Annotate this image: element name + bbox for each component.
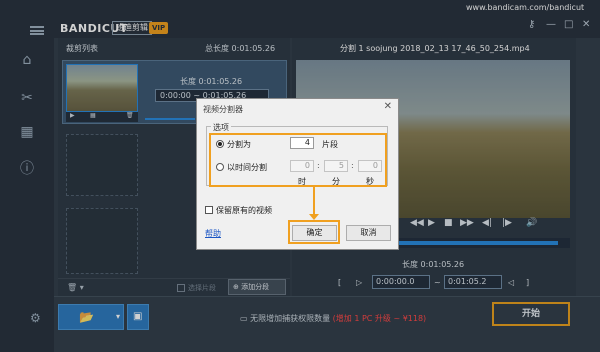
split-count-unit: 片段 [322, 140, 338, 149]
dialog-title: 视频分割器 [203, 105, 243, 114]
dialog-close-icon[interactable]: ✕ [384, 101, 392, 112]
arrow-connector [313, 186, 315, 216]
split-count-label: 分割为 [227, 140, 251, 149]
split-count-input[interactable]: 4 [290, 137, 314, 149]
ok-button[interactable]: 确定 [292, 225, 337, 241]
help-link[interactable]: 帮助 [205, 228, 221, 239]
cancel-button[interactable]: 取消 [346, 225, 391, 241]
minutes-input[interactable]: 5 [324, 160, 348, 172]
split-count-radio[interactable] [216, 140, 224, 148]
bandicut-window: ⌂ ✂ ▦ ⓘ ⚙ BANDICUT 班迪剪辑 VIP www.bandicam… [0, 0, 600, 352]
keep-original-label: 保留原有的视频 [216, 206, 272, 215]
options-legend: 选项 [211, 122, 231, 133]
split-time-radio[interactable] [216, 163, 224, 171]
seconds-input[interactable]: 0 [358, 160, 382, 172]
split-time-label: 以时间分割 [227, 163, 267, 172]
keep-original-checkbox[interactable] [205, 206, 213, 214]
hours-input[interactable]: 0 [290, 160, 314, 172]
minutes-label: 分 [332, 177, 340, 186]
hours-label: 时 [298, 177, 306, 186]
seconds-label: 秒 [366, 177, 374, 186]
